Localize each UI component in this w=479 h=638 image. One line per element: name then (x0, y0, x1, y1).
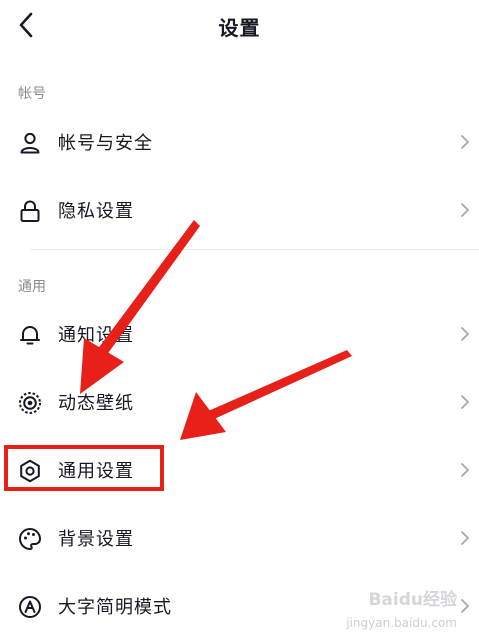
menu-item-label: 隐私设置 (58, 201, 134, 222)
large-font-icon (19, 596, 41, 618)
bell-icon (20, 326, 40, 345)
chevron-right-icon (461, 327, 469, 341)
menu-item-dynamic-wallpaper[interactable]: 动态壁纸 (0, 372, 479, 432)
chevron-right-icon (461, 599, 469, 613)
watermark-url: jingyan.baidu.com (346, 616, 457, 630)
menu-item-notification-settings[interactable]: 通知设置 (0, 304, 479, 364)
menu-item-label: 通知设置 (58, 325, 134, 346)
page-title: 设置 (218, 16, 261, 40)
chevron-right-icon (461, 463, 469, 477)
menu-item-label: 帐号与安全 (58, 133, 153, 154)
highlight-box (4, 445, 164, 491)
lock-icon (20, 200, 40, 222)
chevron-right-icon (461, 135, 469, 149)
menu-item-privacy-settings[interactable]: 隐私设置 (0, 180, 479, 240)
section-label-general: 通用 (18, 279, 46, 295)
menu-item-label: 大字简明模式 (58, 597, 172, 618)
chevron-right-icon (461, 395, 469, 409)
chevron-right-icon (461, 531, 469, 545)
menu-item-account-security[interactable]: 帐号与安全 (0, 112, 479, 172)
dynamic-wallpaper-icon (19, 392, 41, 414)
user-icon (20, 132, 40, 154)
header-bar: 设置 (0, 0, 479, 52)
watermark-logo: Baidu经验 (368, 590, 457, 610)
menu-item-label: 背景设置 (58, 529, 134, 550)
palette-icon (19, 528, 41, 550)
menu-item-label: 动态壁纸 (58, 393, 134, 414)
menu-item-background-settings[interactable]: 背景设置 (0, 508, 479, 568)
section-label-account: 帐号 (18, 86, 46, 102)
chevron-right-icon (461, 203, 469, 217)
section-divider (30, 249, 479, 250)
